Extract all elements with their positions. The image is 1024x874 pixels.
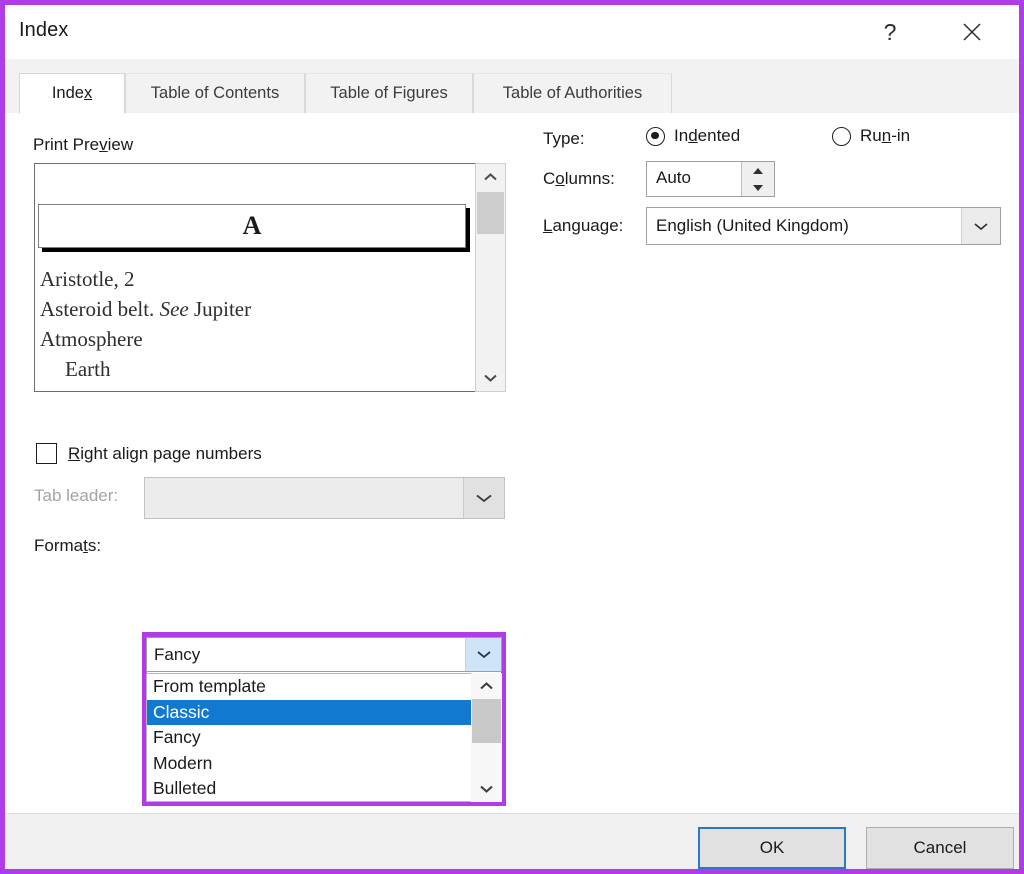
list-item-modern[interactable]: Modern — [147, 751, 501, 777]
runin-suffix: -in — [891, 126, 911, 145]
mark-entry-prefix: Mar — [542, 869, 571, 874]
index-dialog: Index ? Inde x Table of Contents Table of… — [0, 0, 1024, 874]
formats-label: Formats: — [34, 536, 101, 556]
radio-type-indented-label: Indented — [674, 126, 740, 146]
chevron-down-icon[interactable] — [961, 208, 1000, 244]
list-item: Aristotle, 2 — [40, 267, 135, 291]
radio-type-runin-label: Run-in — [860, 126, 910, 146]
automark-suffix: toMark... — [733, 869, 799, 874]
language-label-suffix: anguage: — [552, 216, 624, 235]
columns-spin-buttons — [741, 162, 774, 196]
print-preview-label-accel: v — [99, 135, 108, 154]
columns-label-accel: o — [555, 169, 565, 188]
list-item: Asteroid belt. See Jupiter — [40, 297, 252, 321]
tab-leader-label: Tab leader: — [34, 486, 119, 505]
print-preview-label-suffix: iew — [107, 135, 134, 154]
tab-index-label: Inde — [51, 84, 84, 102]
type-label: Type: — [543, 129, 585, 148]
indented-suffix: ented — [697, 126, 741, 145]
dialog-title: Index — [19, 19, 69, 41]
list-item-classic[interactable]: Classic — [147, 699, 472, 725]
radio-type-indented[interactable]: Indented — [646, 126, 740, 146]
preview-scrollbar[interactable] — [475, 163, 506, 392]
list-item-bulleted[interactable]: Bulleted — [147, 776, 501, 801]
formats-label-suffix: s: — [87, 536, 102, 555]
automark-prefix: A — [713, 869, 724, 874]
formats-value: Fancy — [154, 644, 201, 664]
radio-unselected-icon — [832, 126, 851, 146]
dialog-body: Print Preview A Aristotle, 2 Asteroid be… — [5, 113, 1019, 869]
right-align-page-numbers-label: Right align page numbers — [68, 444, 262, 464]
chevron-down-icon[interactable] — [465, 638, 501, 671]
preview-entries: Aristotle, 2 Asteroid belt. See Jupiter … — [35, 264, 475, 384]
tab-table-of-contents[interactable]: Table of Contents — [125, 73, 305, 113]
preview-blank-row — [35, 164, 475, 205]
cancel-button[interactable]: Cancel — [866, 827, 1014, 869]
print-preview-label-prefix: Print Pre — [33, 135, 100, 154]
tab-table-of-contents-label: Table of Contents — [150, 84, 280, 102]
chevron-down-icon[interactable] — [476, 365, 505, 391]
list-item-from-template[interactable]: From template — [147, 674, 501, 700]
list-item: Atmosphere — [40, 327, 143, 351]
right-align-accel: R — [68, 443, 81, 463]
title-bar: Index ? — [5, 5, 1019, 59]
chevron-up-icon[interactable] — [476, 164, 505, 190]
formats-label-prefix: Forma — [34, 536, 84, 555]
checkbox-unchecked-icon — [36, 443, 57, 464]
chevron-down-icon[interactable] — [471, 776, 502, 802]
runin-prefix: Ru — [860, 126, 882, 145]
right-align-page-numbers-checkbox[interactable]: Right align page numbers — [36, 443, 262, 464]
see-italic: See — [159, 297, 189, 321]
radio-selected-icon — [646, 126, 665, 146]
mark-entry-accel: k — [571, 869, 580, 874]
help-button[interactable]: ? — [867, 11, 913, 53]
tri-down-shape — [753, 184, 763, 191]
tab-leader-dropdown[interactable] — [144, 477, 505, 519]
indented-accel: d — [688, 126, 698, 145]
formats-list-scrollbar-thumb[interactable] — [472, 699, 501, 743]
tab-table-of-figures-label: Table of Figures — [330, 84, 448, 102]
tri-up-shape — [753, 167, 763, 174]
columns-value[interactable]: Auto — [656, 168, 691, 188]
formats-dropdown[interactable]: Fancy — [146, 637, 502, 672]
tab-table-of-figures[interactable]: Table of Figures — [305, 73, 473, 113]
tab-strip: Inde x Table of Contents Table of Figures… — [5, 59, 1019, 114]
formats-option-list[interactable]: From template Classic Fancy Modern Bulle… — [146, 673, 502, 802]
close-icon — [961, 21, 983, 43]
list-item-fancy[interactable]: Fancy — [147, 725, 501, 751]
triangle-down-icon[interactable] — [742, 179, 774, 196]
radio-type-runin[interactable]: Run-in — [832, 126, 910, 146]
tab-index[interactable]: Inde x — [19, 73, 125, 114]
preview-letter: A — [242, 211, 262, 240]
columns-stepper[interactable]: Auto — [646, 161, 775, 197]
print-preview-box: A Aristotle, 2 Asteroid belt. See Jupite… — [34, 163, 476, 392]
tab-table-of-authorities-label: Table of Authorities — [502, 84, 643, 102]
mark-entry-suffix: Entry... — [580, 869, 633, 874]
columns-label-suffix: lumns: — [564, 169, 615, 188]
language-value: English (United Kingdom) — [656, 216, 849, 235]
dialog-footer: OK Cancel — [5, 813, 1019, 869]
runin-accel: n — [881, 126, 892, 145]
columns-label: Columns: — [543, 169, 615, 189]
close-button[interactable] — [949, 11, 995, 53]
triangle-up-icon[interactable] — [742, 162, 774, 179]
automark-accel: u — [724, 869, 733, 874]
formats-list-scrollbar[interactable] — [471, 673, 502, 802]
question-mark-icon: ? — [883, 18, 897, 45]
right-align-suffix: ight align page numbers — [80, 443, 262, 463]
chevron-up-icon[interactable] — [471, 673, 502, 699]
modify-label: Modify... — [892, 869, 955, 874]
preview-scrollbar-thumb[interactable] — [477, 192, 504, 234]
tab-index-accel: x — [83, 84, 93, 102]
language-label: Language: — [543, 216, 623, 236]
print-preview-label: Print Preview — [33, 135, 133, 155]
preview-letter-band: A — [38, 204, 466, 248]
chevron-down-icon[interactable] — [463, 478, 504, 518]
list-item: Earth — [65, 357, 111, 381]
indented-prefix: In — [674, 126, 689, 145]
columns-label-prefix: C — [543, 169, 556, 188]
tab-table-of-authorities[interactable]: Table of Authorities — [473, 73, 672, 113]
ok-button[interactable]: OK — [698, 827, 846, 869]
language-dropdown[interactable]: English (United Kingdom) — [646, 207, 1001, 245]
